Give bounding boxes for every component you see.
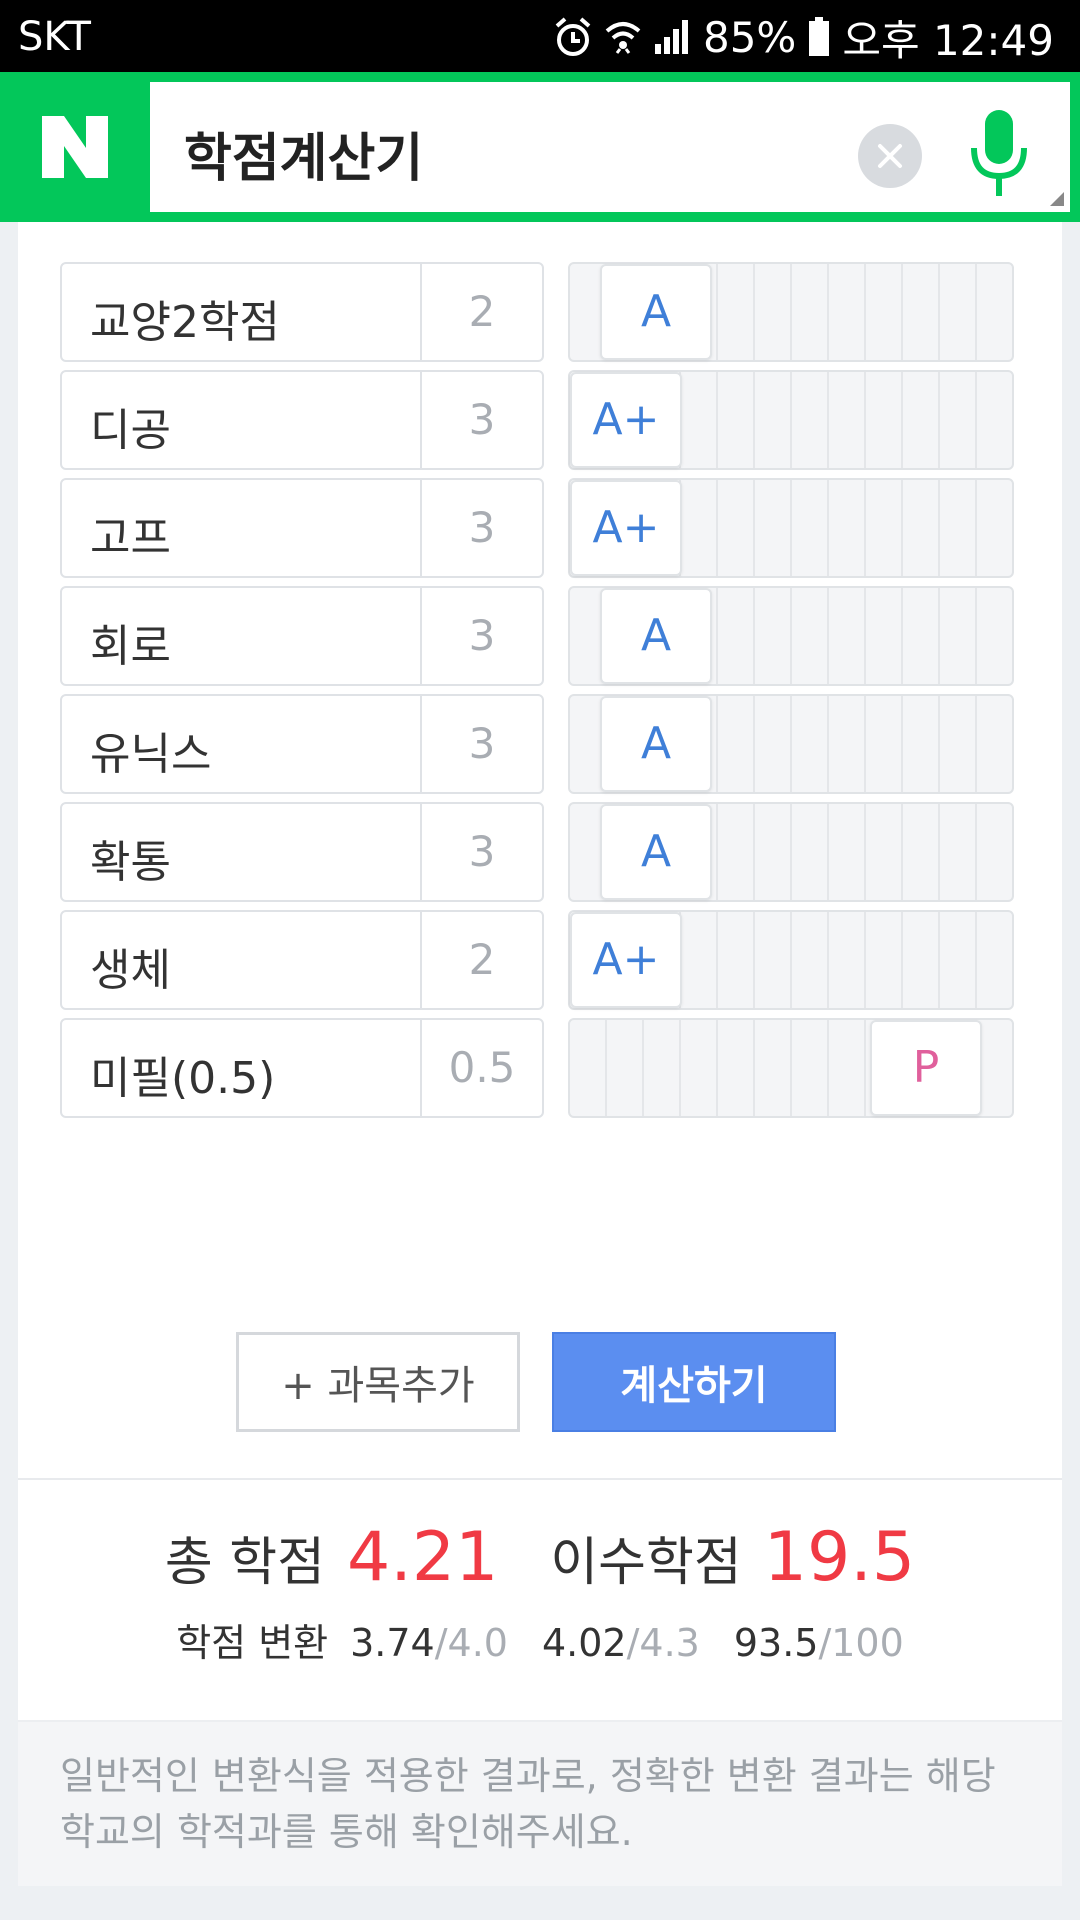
search-box[interactable]: 학점계산기 <box>150 82 1070 212</box>
conversion-4-0-value: 3.74 <box>350 1621 435 1665</box>
subject-input-group: 회로 3 <box>60 586 544 686</box>
clear-button[interactable] <box>858 124 922 188</box>
add-subject-button[interactable]: + 과목추가 <box>236 1332 520 1432</box>
grade-slider-handle[interactable]: A+ <box>570 372 682 468</box>
conversion-4-3-value: 4.02 <box>541 1621 627 1665</box>
gpa-conversion: 학점 변환 3.74/4.0 4.02/4.3 93.5/100 <box>18 1612 1062 1667</box>
resize-handle-icon <box>1050 192 1064 206</box>
grade-slider[interactable]: P <box>568 1018 1014 1118</box>
credit-input[interactable]: 3 <box>422 588 542 684</box>
subject-input-group: 교양2학점 2 <box>60 262 544 362</box>
wifi-icon <box>605 22 641 54</box>
grade-slider[interactable]: A <box>568 694 1014 794</box>
credit-input[interactable]: 2 <box>422 912 542 1008</box>
battery-icon <box>809 17 830 56</box>
result-summary: 총 학점 4.21 이수학점 19.5 <box>18 1518 1062 1597</box>
carrier-label: SKT <box>18 14 91 60</box>
subject-name-input[interactable]: 회로 <box>90 610 171 674</box>
divider <box>18 1478 1062 1480</box>
subject-input-group: 생체 2 <box>60 910 544 1010</box>
subject-name-input[interactable]: 확통 <box>90 826 171 890</box>
grade-slider[interactable]: A <box>568 586 1014 686</box>
grade-slider[interactable]: A+ <box>568 478 1014 578</box>
subject-row: 디공 3 A+ <box>60 370 1030 470</box>
grade-slider[interactable]: A+ <box>568 910 1014 1010</box>
conversion-4-0-scale: /4.0 <box>434 1621 508 1665</box>
signal-icon <box>654 20 688 54</box>
subject-name-input[interactable]: 교양2학점 <box>90 286 280 350</box>
subject-input-group: 미필(0.5) 0.5 <box>60 1018 544 1118</box>
grade-slider-handle[interactable]: A <box>600 804 712 900</box>
subject-name-input[interactable]: 미필(0.5) <box>90 1042 275 1106</box>
subject-row: 고프 3 A+ <box>60 478 1030 578</box>
grade-slider-handle[interactable]: A <box>600 264 712 360</box>
credit-input[interactable]: 0.5 <box>422 1020 542 1116</box>
grade-slider[interactable]: A <box>568 262 1014 362</box>
search-input[interactable]: 학점계산기 <box>184 116 423 191</box>
grade-slider[interactable]: A+ <box>568 370 1014 470</box>
status-icons: 85% 오후 12:49 <box>553 12 1054 65</box>
search-header: 학점계산기 <box>0 72 1080 222</box>
credit-input[interactable]: 3 <box>422 372 542 468</box>
earned-credits-value: 19.5 <box>763 1518 916 1597</box>
credit-input[interactable]: 3 <box>422 480 542 576</box>
calculate-button[interactable]: 계산하기 <box>552 1332 836 1432</box>
conversion-100-scale: /100 <box>818 1621 904 1665</box>
grade-calculator-card: 교양2학점 2 A 디공 3 A+ 고프 3 A+ 회로 3 A 유닉스 3 A 확통 3 A 생체 2 A+ 미필(0.… <box>18 222 1062 1886</box>
microphone-icon[interactable] <box>968 108 1030 200</box>
subject-input-group: 고프 3 <box>60 478 544 578</box>
notice-text: 일반적인 변환식을 적용한 결과로, 정확한 변환 결과는 해당 학교의 학적과… <box>60 1754 996 1854</box>
conversion-4-3-scale: /4.3 <box>626 1621 700 1665</box>
grade-slider-handle[interactable]: P <box>870 1020 982 1116</box>
subject-name-input[interactable]: 생체 <box>90 934 171 998</box>
subject-name-input[interactable]: 고프 <box>90 502 171 566</box>
clock: 오후 12:49 <box>842 15 1054 65</box>
notice-box: 일반적인 변환식을 적용한 결과로, 정확한 변환 결과는 해당 학교의 학적과… <box>18 1720 1062 1886</box>
subject-row: 회로 3 A <box>60 586 1030 686</box>
subject-name-input[interactable]: 유닉스 <box>90 718 211 782</box>
grade-slider-handle[interactable]: A+ <box>570 912 682 1008</box>
grade-slider-handle[interactable]: A <box>600 696 712 792</box>
subject-row: 미필(0.5) 0.5 P <box>60 1018 1030 1118</box>
conversion-100-value: 93.5 <box>733 1621 819 1665</box>
clear-icon <box>878 144 902 168</box>
grade-slider-handle[interactable]: A <box>600 588 712 684</box>
credit-input[interactable]: 3 <box>422 804 542 900</box>
credit-input[interactable]: 3 <box>422 696 542 792</box>
credit-input[interactable]: 2 <box>422 264 542 360</box>
subject-row: 유닉스 3 A <box>60 694 1030 794</box>
naver-logo[interactable] <box>0 72 150 222</box>
conversion-label: 학점 변환 <box>176 1621 329 1665</box>
grade-slider-handle[interactable]: A+ <box>570 480 682 576</box>
earned-credits-label: 이수학점 <box>550 1533 742 1593</box>
alarm-icon <box>555 17 591 56</box>
subject-input-group: 확통 3 <box>60 802 544 902</box>
subject-row: 생체 2 A+ <box>60 910 1030 1010</box>
battery-percent: 85% <box>702 12 797 62</box>
naver-n-icon <box>42 116 108 178</box>
total-gpa-label: 총 학점 <box>164 1533 325 1593</box>
subject-input-group: 디공 3 <box>60 370 544 470</box>
subject-input-group: 유닉스 3 <box>60 694 544 794</box>
status-bar: SKT 85% 오후 12:49 <box>0 0 1080 72</box>
subject-row: 확통 3 A <box>60 802 1030 902</box>
subject-row: 교양2학점 2 A <box>60 262 1030 362</box>
total-gpa-value: 4.21 <box>346 1518 499 1597</box>
grade-slider[interactable]: A <box>568 802 1014 902</box>
subject-name-input[interactable]: 디공 <box>90 394 171 458</box>
